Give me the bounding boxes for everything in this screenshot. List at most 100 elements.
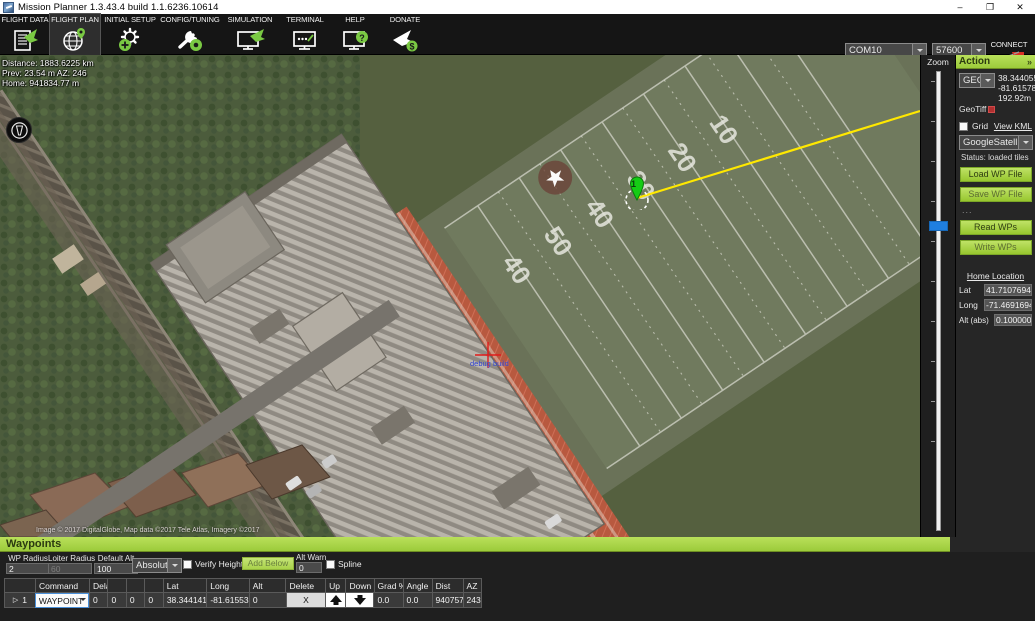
row-marker-icon: ▷: [12, 597, 19, 604]
map-status-text: Status: loaded tiles: [961, 153, 1029, 162]
view-kml-link[interactable]: View KML: [994, 121, 1032, 131]
cell-grad[interactable]: 0.0: [373, 593, 403, 608]
home-alt-input[interactable]: 0.100000001: [994, 314, 1032, 326]
toolbar-item-simulation[interactable]: SIMULATION: [220, 14, 280, 55]
delete-row-button[interactable]: X: [285, 593, 326, 608]
cell-alt[interactable]: 0: [248, 593, 286, 608]
col-header-delay[interactable]: Dela: [89, 578, 108, 593]
minimize-button[interactable]: –: [945, 0, 975, 14]
cell-param3[interactable]: 0: [125, 593, 145, 608]
write-wps-button[interactable]: Write WPs: [959, 240, 1032, 255]
spline-checkbox[interactable]: [326, 559, 335, 569]
home-alt-row: Alt (abs) 0.100000001: [959, 314, 1032, 326]
geo-lon: -81.615785: [998, 83, 1035, 93]
col-header-alt[interactable]: Alt: [248, 578, 286, 593]
col-header-long[interactable]: Long: [206, 578, 249, 593]
zoom-slider[interactable]: [929, 71, 948, 531]
cell-dist[interactable]: 940757.4: [431, 593, 463, 608]
donate-icon: $: [390, 25, 420, 55]
map-info-overlay: Distance: 1883.6225 km Prev: 23.54 m AZ:…: [2, 58, 94, 88]
save-wp-file-button[interactable]: Save WP File: [959, 187, 1032, 202]
map-type-select[interactable]: GoogleSatelliteMap: [959, 135, 1033, 150]
zoom-tick: [931, 201, 935, 202]
grid-checkbox[interactable]: [959, 121, 968, 131]
col-header-p2[interactable]: [107, 578, 126, 593]
col-header-p3[interactable]: [125, 578, 145, 593]
col-header-command[interactable]: Command: [34, 578, 90, 593]
chevron-down-icon[interactable]: [1018, 136, 1032, 149]
verify-height-checkbox[interactable]: [183, 559, 192, 569]
zoom-tick: [931, 241, 935, 242]
wp-radius-input[interactable]: 2: [6, 563, 50, 574]
cell-command[interactable]: WAYPOINT: [34, 593, 90, 608]
col-header-delete[interactable]: Delete: [285, 578, 326, 593]
collapse-icon[interactable]: »: [1027, 57, 1032, 67]
wp-radius-label: WP Radius: [8, 554, 48, 563]
cell-angle[interactable]: 0.0: [402, 593, 432, 608]
cell-delay[interactable]: 0: [89, 593, 108, 608]
table-row[interactable]: ▷ 1 WAYPOINT 0 0 0 0 38.344141824 -81.61…: [4, 593, 482, 608]
cell-az[interactable]: 243: [462, 593, 482, 608]
col-header-dist[interactable]: Dist: [431, 578, 463, 593]
zoom-slider-thumb[interactable]: [929, 221, 948, 231]
col-header-up[interactable]: Up: [325, 578, 346, 593]
col-header-grad[interactable]: Grad %: [373, 578, 403, 593]
toolbar-item-config-tuning[interactable]: CONFIG/TUNING: [160, 14, 220, 55]
map-info-prev: Prev: 23.54 m AZ: 246: [2, 68, 87, 78]
chevron-down-icon[interactable]: [980, 74, 994, 87]
alt-warn-input[interactable]: 0: [296, 562, 322, 573]
load-wp-file-button[interactable]: Load WP File: [959, 167, 1032, 182]
verify-height-label: Verify Height: [195, 559, 244, 569]
toolbar-label: SIMULATION: [227, 15, 273, 24]
chevron-down-icon[interactable]: [80, 598, 87, 601]
toolbar-item-flight-plan[interactable]: FLIGHT PLAN: [49, 13, 101, 56]
geo-mode-select[interactable]: GEO: [959, 73, 995, 88]
cell-lat[interactable]: 38.344141824: [162, 593, 207, 608]
toolbar-item-donate[interactable]: DONATE $: [380, 14, 430, 55]
chevron-down-icon[interactable]: [167, 559, 181, 572]
toolbar-label: FLIGHT PLAN: [51, 15, 99, 24]
map-view[interactable]: 40 50 40 30 20 10: [0, 55, 920, 537]
col-header-p4[interactable]: [144, 578, 163, 593]
cell-long[interactable]: -81.61553866: [206, 593, 249, 608]
home-lat-input[interactable]: 41.7107694: [984, 284, 1032, 296]
toolbar-item-initial-setup[interactable]: INITIAL SETUP: [100, 14, 160, 55]
zoom-tick: [931, 441, 935, 442]
svg-text:?: ?: [359, 33, 365, 43]
add-below-button[interactable]: Add Below: [242, 557, 294, 570]
zoom-label: Zoom: [927, 57, 949, 67]
toolbar-item-flight-data[interactable]: FLIGHT DATA: [0, 14, 50, 55]
toolbar-label: TERMINAL: [286, 15, 324, 24]
toolbar-item-terminal[interactable]: TERMINAL: [280, 14, 330, 55]
col-header-angle[interactable]: Angle: [402, 578, 432, 593]
zoom-tick: [931, 81, 935, 82]
waypoint-marker-1[interactable]: 1: [622, 176, 652, 212]
waypoints-panel: Waypoints » WP Radius 2 Loiter Radius 60…: [0, 537, 1035, 621]
grid-row: Grid View KML: [959, 121, 1032, 131]
compass-icon[interactable]: [6, 117, 32, 143]
home-long-input[interactable]: -71.4691694: [984, 299, 1032, 311]
maximize-button[interactable]: ❐: [975, 0, 1005, 14]
toolbar-item-help[interactable]: HELP ?: [330, 14, 380, 55]
read-wps-button[interactable]: Read WPs: [959, 220, 1032, 235]
geotiff-row[interactable]: GeoTiff: [959, 104, 1032, 114]
action-panel-body: GEO 38.344055 -81.615785 192.92m GeoTiff…: [956, 69, 1035, 326]
col-header-lat[interactable]: Lat: [162, 578, 207, 593]
altitude-frame-select[interactable]: Absolute: [132, 558, 182, 573]
window-controls: – ❐ ✕: [945, 0, 1035, 14]
cell-param2[interactable]: 0: [107, 593, 126, 608]
zoom-tick: [931, 401, 935, 402]
col-header-down[interactable]: Down: [345, 578, 374, 593]
col-header-az[interactable]: AZ: [462, 578, 482, 593]
loiter-radius-input[interactable]: 60: [48, 563, 92, 574]
terminal-icon: [290, 25, 320, 55]
geotiff-indicator-icon: [988, 105, 996, 113]
move-down-button[interactable]: [345, 593, 374, 608]
close-button[interactable]: ✕: [1005, 0, 1035, 14]
more-options-ellipsis[interactable]: ...: [959, 205, 1032, 215]
move-up-button[interactable]: [325, 593, 346, 608]
cell-param4[interactable]: 0: [144, 593, 163, 608]
zoom-slider-track[interactable]: [936, 71, 941, 531]
action-panel-title: Action: [959, 56, 991, 67]
zoom-tick: [931, 161, 935, 162]
